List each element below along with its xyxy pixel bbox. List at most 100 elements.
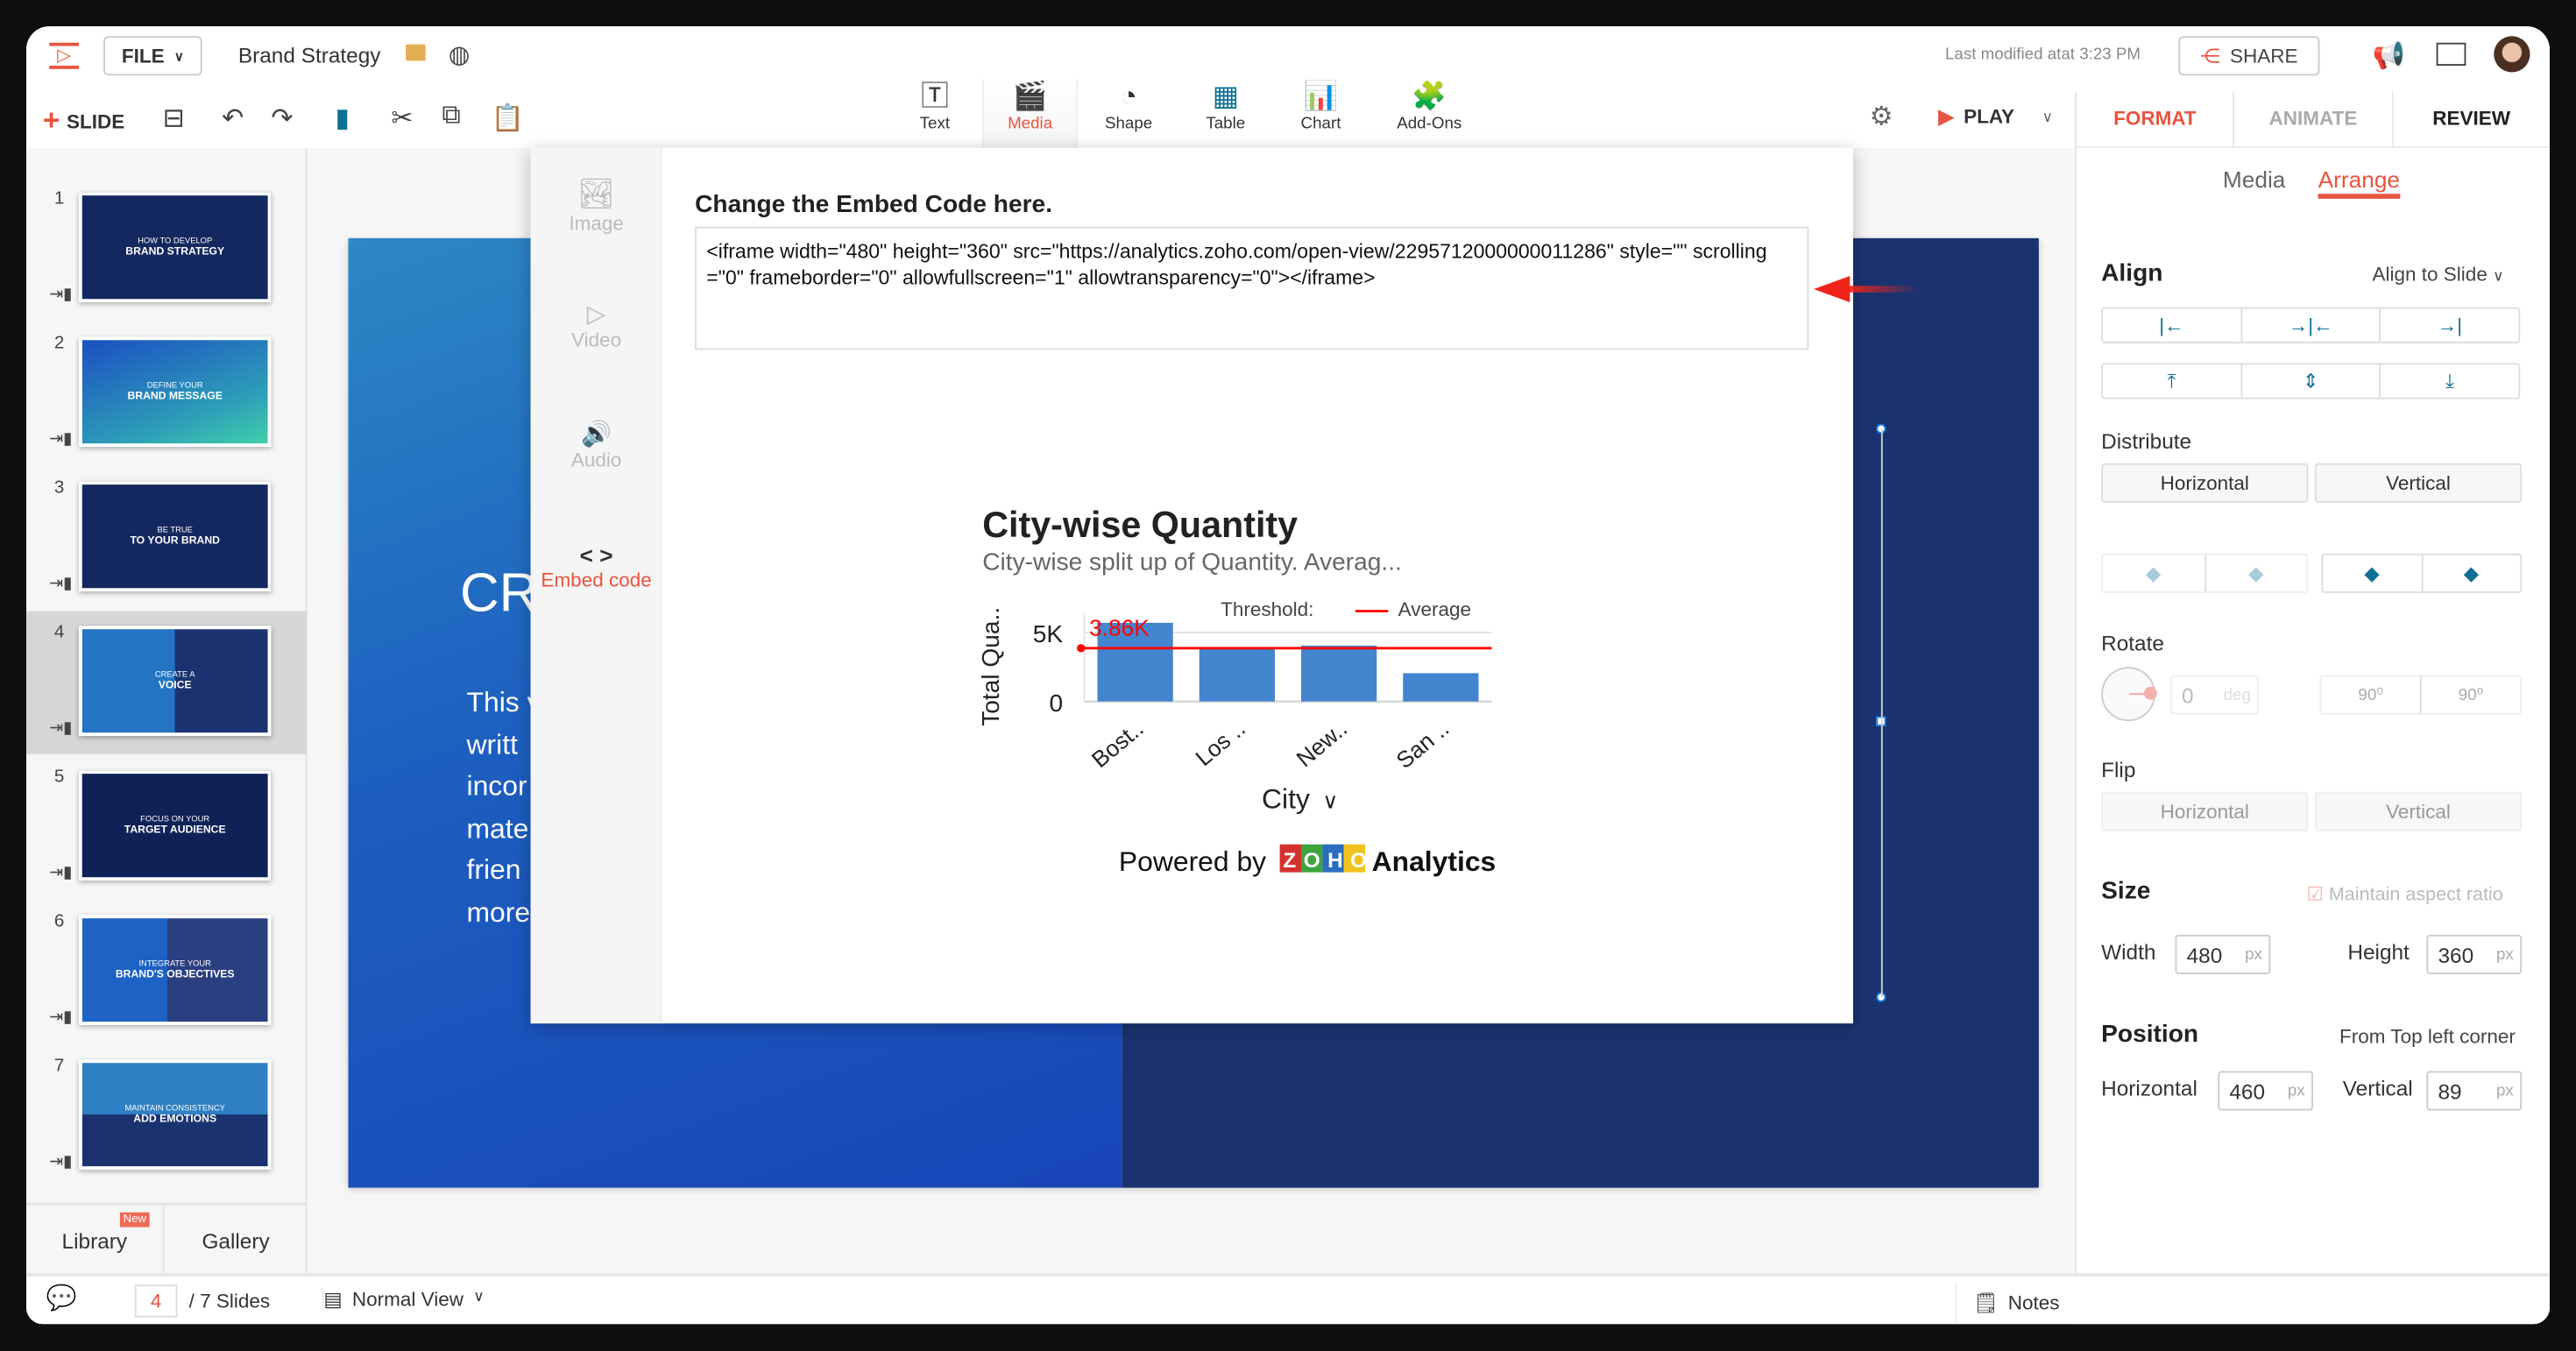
copy-icon[interactable]: ⧉ <box>442 102 460 131</box>
play-options-chevron-icon[interactable]: ∨ <box>2042 109 2053 127</box>
slide-number: 6 <box>53 911 65 932</box>
slide-thumbnail[interactable]: MAINTAIN CONSISTENCY ADD EMOTIONS <box>79 1059 272 1170</box>
align-middle-icon[interactable]: ⇕ <box>2242 364 2381 398</box>
align-to-dropdown[interactable]: Align to Slide ∨ <box>2373 263 2504 286</box>
gallery-tab[interactable]: Gallery <box>164 1202 308 1274</box>
tab-animate[interactable]: ANIMATE <box>2234 92 2394 146</box>
cut-icon[interactable]: ✂ <box>391 102 413 135</box>
slide-transition-icon[interactable]: ⇥▮ <box>49 1008 72 1027</box>
notes-button[interactable]: 🗒 Notes <box>1955 1283 2059 1323</box>
position-vertical-input[interactable]: 89 px <box>2426 1071 2523 1111</box>
rotate-dial[interactable] <box>2101 667 2157 722</box>
maintain-aspect-checkbox[interactable]: ☑ Maintain aspect ratio <box>2307 882 2503 906</box>
text-box-icon: 🅃 <box>920 80 949 112</box>
nav-video[interactable]: ▷ Video <box>531 299 662 351</box>
code-icon: < > <box>579 541 613 569</box>
feedback-icon[interactable] <box>2436 42 2466 66</box>
position-horizontal-input[interactable]: 460 px <box>2218 1071 2313 1111</box>
insert-chart-button[interactable]: 📊 Chart <box>1273 79 1369 133</box>
distribute-horizontal-button[interactable]: Horizontal <box>2101 463 2309 503</box>
flip-horizontal-button[interactable]: Horizontal <box>2101 791 2309 831</box>
bring-layer-group: ◆ ◆ <box>2321 553 2523 593</box>
globe-icon[interactable]: ◍ <box>449 39 471 69</box>
slide-transition-icon[interactable]: ⇥▮ <box>49 1153 72 1171</box>
red-arrow-tail <box>1844 286 1919 293</box>
slide-transition-icon[interactable]: ⇥▮ <box>49 719 72 738</box>
library-tab[interactable]: Library New <box>26 1202 165 1274</box>
nav-image[interactable]: 🏞 Image <box>531 178 662 236</box>
redo-icon[interactable]: ↷ <box>271 102 293 135</box>
clapper-icon: 🎬 <box>1012 80 1048 112</box>
slide-thumbnail[interactable]: INTEGRATE YOUR BRAND'S OBJECTIVES <box>79 915 272 1025</box>
slide-number: 4 <box>53 622 65 643</box>
bring-to-front-icon[interactable]: ◆ <box>2323 555 2423 591</box>
normal-view-icon: ▤ <box>323 1288 343 1312</box>
align-bottom-icon[interactable]: ⤓ <box>2381 364 2519 398</box>
slide-transition-icon[interactable]: ⇥▮ <box>49 430 72 449</box>
chevron-down-icon: ∨ <box>473 1288 485 1305</box>
width-input[interactable]: 480 px <box>2175 934 2271 974</box>
position-heading: Position <box>2101 1020 2199 1049</box>
insert-shape-button[interactable]: ◔ Shape <box>1081 79 1177 133</box>
slide-thumbnail[interactable]: HOW TO DEVELOP BRAND STRATEGY <box>79 192 272 302</box>
rotate-counterclockwise-button[interactable]: 90⁰ <box>2422 677 2521 713</box>
flip-vertical-button[interactable]: Vertical <box>2314 791 2523 831</box>
nav-embed-code[interactable]: < > Embed code <box>531 542 662 591</box>
rotate-clockwise-button[interactable]: 90⁰ <box>2321 676 2422 713</box>
slide-thumbnail[interactable]: DEFINE YOUR BRAND MESSAGE <box>79 336 272 447</box>
align-top-icon[interactable]: ⤒ <box>2103 364 2242 398</box>
align-right-icon[interactable]: →| <box>2381 309 2519 343</box>
send-backward-icon[interactable]: ◆ <box>2103 555 2206 591</box>
slide-transition-icon[interactable]: ⇥▮ <box>49 286 72 304</box>
send-to-back-icon[interactable]: ◆ <box>2205 555 2306 591</box>
insert-media-button[interactable]: 🎬 Media <box>982 79 1078 148</box>
undo-icon[interactable]: ↶ <box>222 102 244 135</box>
app-logo-icon[interactable]: ▷ <box>49 42 79 69</box>
subtab-arrange[interactable]: Arrange <box>2318 166 2401 199</box>
plus-icon: + <box>42 103 60 137</box>
slide-heading[interactable]: CR <box>460 562 538 624</box>
chat-icon[interactable]: 💬 <box>46 1283 77 1312</box>
align-left-icon[interactable]: |← <box>2103 308 2242 342</box>
file-menu-button[interactable]: FILE ∨ <box>103 36 202 76</box>
tab-review[interactable]: REVIEW <box>2393 92 2550 146</box>
format-painter-icon[interactable]: ▮ <box>336 102 350 135</box>
tab-format[interactable]: FORMAT <box>2077 92 2235 146</box>
add-slide-button[interactable]: + SLIDE <box>43 103 124 138</box>
settings-icon[interactable]: ⚙ <box>1870 100 1893 133</box>
align-center-icon[interactable]: →|← <box>2242 308 2381 342</box>
bring-forward-icon[interactable]: ◆ <box>2423 555 2521 591</box>
subtab-media[interactable]: Media <box>2223 166 2286 192</box>
selection-border <box>1880 428 1883 998</box>
height-input[interactable]: 360 px <box>2426 934 2523 974</box>
rotate-input[interactable]: 0 deg <box>2169 675 2260 715</box>
app-window: ▷ FILE ∨ Brand Strategy ◍ Last modified a… <box>26 26 2550 1325</box>
slide-thumbnail[interactable]: FOCUS ON YOUR TARGET AUDIENCE <box>79 770 272 881</box>
insert-text-button[interactable]: 🅃 Text <box>888 79 983 133</box>
slide-transition-icon[interactable]: ⇥▮ <box>49 575 72 593</box>
share-button[interactable]: ⋲ SHARE <box>2178 36 2320 76</box>
shape-icon: ◔ <box>1120 80 1137 112</box>
insert-table-button[interactable]: ▦ Table <box>1178 79 1273 133</box>
embed-code-textarea[interactable]: <iframe width="480" height="360" src="ht… <box>695 226 1809 350</box>
layout-icon[interactable]: ⊟ <box>163 102 185 135</box>
threshold-legend-title: Threshold: <box>1221 598 1313 620</box>
media-type-nav: 🏞 Image ▷ Video 🔊 Audio < > Embed code <box>530 147 662 1024</box>
view-mode-dropdown[interactable]: ▤ Normal View ∨ <box>322 1288 485 1312</box>
rotate-90-group: 90⁰ 90⁰ <box>2319 675 2523 715</box>
slide-thumbnail[interactable]: BE TRUE TO YOUR BRAND <box>79 481 272 591</box>
position-horizontal-label: Horizontal <box>2101 1076 2197 1101</box>
avatar[interactable] <box>2494 36 2530 73</box>
slide-transition-icon[interactable]: ⇥▮ <box>49 864 72 882</box>
bar <box>1403 673 1479 702</box>
distribute-vertical-button[interactable]: Vertical <box>2314 463 2523 503</box>
folder-icon[interactable] <box>406 44 426 61</box>
current-slide-input[interactable]: 4 <box>134 1284 178 1318</box>
announcement-icon[interactable]: 📢 <box>2373 39 2405 73</box>
add-ons-button[interactable]: 🧩 Add-Ons <box>1382 79 1477 133</box>
play-button[interactable]: ▶ PLAY <box>1939 105 2015 128</box>
slide-thumbnail[interactable]: CREATE A VOICE <box>79 626 272 736</box>
nav-audio[interactable]: 🔊 Audio <box>531 419 662 471</box>
document-title[interactable]: Brand Strategy <box>238 43 381 67</box>
paste-icon[interactable]: 📋 <box>492 102 524 135</box>
